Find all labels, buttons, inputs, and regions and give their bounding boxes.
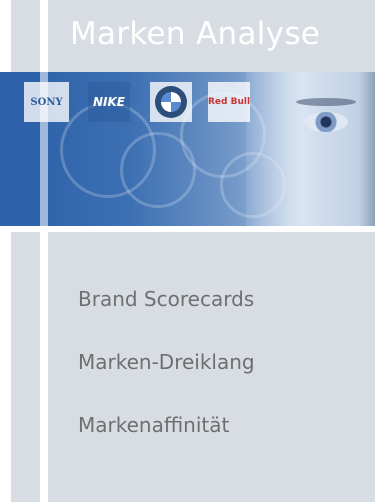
eyebrow: [296, 98, 356, 106]
bmw-logo: [150, 82, 192, 122]
banner-divider: [0, 226, 375, 232]
menu-item-markenaffinitaet[interactable]: Markenaffinität: [78, 412, 255, 475]
page-title: Marken Analyse: [70, 16, 321, 52]
sony-logo: SONY: [24, 82, 69, 122]
eye: [304, 112, 348, 132]
face-photo: [246, 72, 375, 226]
analysis-menu: Brand Scorecards Marken-Dreiklang Marken…: [78, 286, 255, 475]
bmw-roundel-icon: [155, 86, 187, 118]
nike-logo: NIKE: [88, 82, 130, 122]
menu-item-marken-dreiklang[interactable]: Marken-Dreiklang: [78, 349, 255, 412]
redbull-logo: Red Bull: [208, 82, 250, 122]
menu-item-brand-scorecards[interactable]: Brand Scorecards: [78, 286, 255, 349]
brand-banner: SONY NIKE Red Bull: [0, 72, 375, 226]
